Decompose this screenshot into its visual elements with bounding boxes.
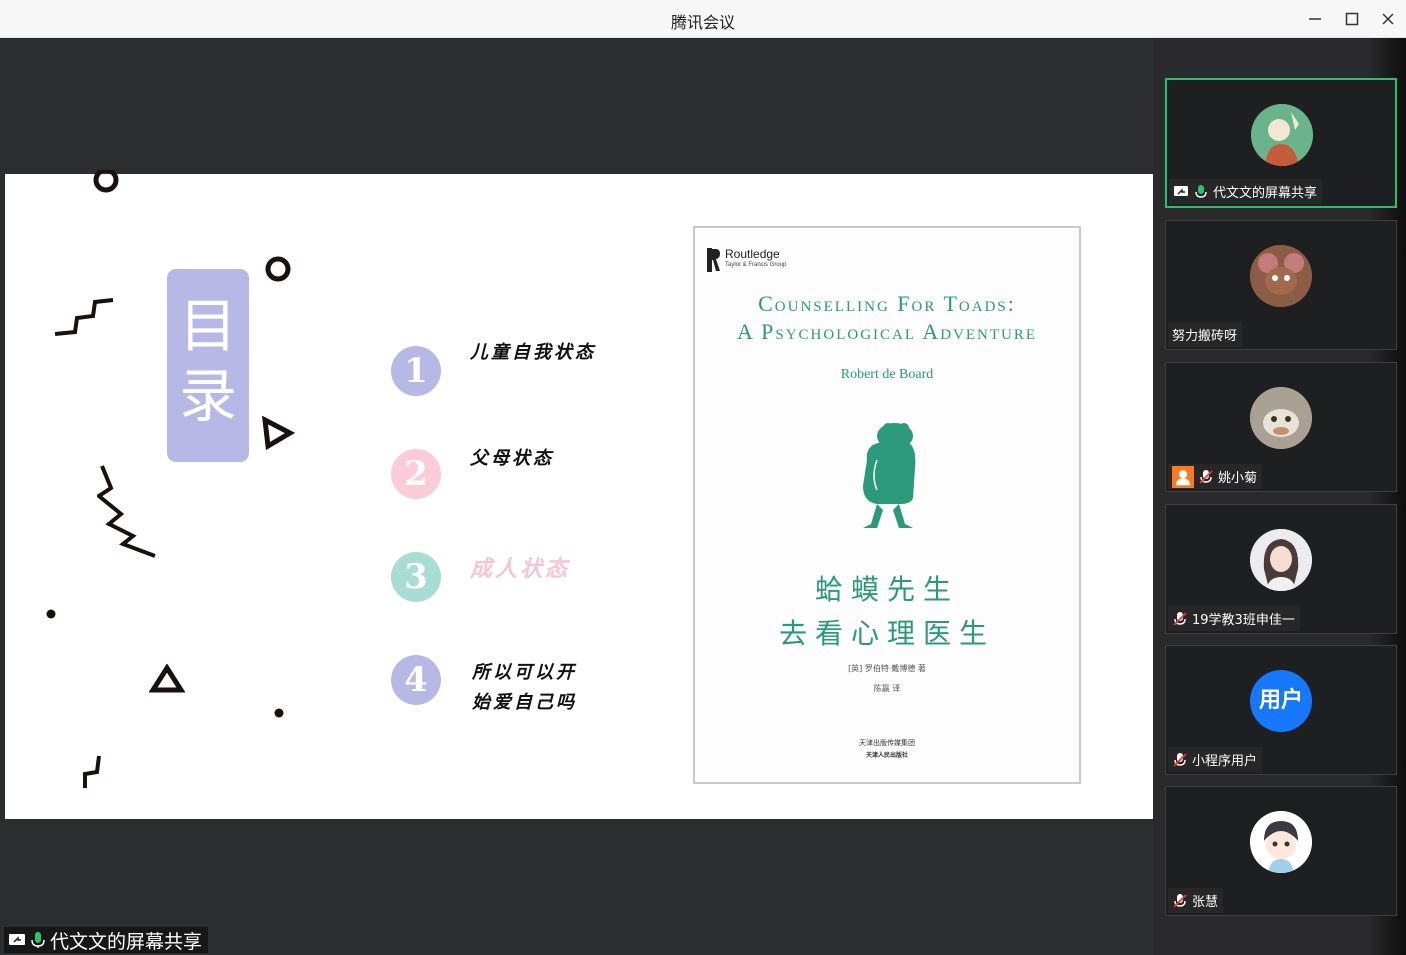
avatar — [1250, 387, 1312, 449]
circle-deco-icon — [93, 170, 119, 193]
toc-title-char: 目 — [178, 292, 237, 360]
mic-muted-icon — [1173, 893, 1187, 908]
triangle-deco-icon — [262, 416, 296, 450]
maximize-icon — [1345, 12, 1359, 26]
participant-name-tag: 小程序用户 — [1168, 747, 1263, 772]
participant-name-tag: 代文文的屏幕共享 — [1169, 179, 1323, 204]
participant-name: 努力搬砖呀 — [1172, 329, 1238, 344]
toc-item-3: 成人状态 — [470, 556, 571, 582]
maximize-button[interactable] — [1339, 7, 1365, 31]
triangle-deco-icon — [149, 664, 185, 693]
participant-tile[interactable]: 代文文的屏幕共享 — [1165, 78, 1397, 208]
mic-muted-icon — [1173, 611, 1187, 626]
book-translator: 陈赢 译 — [873, 684, 901, 693]
toad-illustration-icon — [863, 423, 916, 528]
title-bar: 腾讯会议 — [0, 0, 1406, 38]
book-title-en-line: A Psychological Adventure — [736, 319, 1038, 344]
circle-deco-icon — [265, 256, 291, 282]
toc-item-4-line: 始爱自己吗 — [472, 692, 577, 713]
book-title-en: Counselling For Toads: A Psychological A… — [695, 290, 1079, 346]
book-title-cn-line: 蛤蟆先生 — [814, 573, 959, 606]
toc-item-1: 儿童自我状态 — [470, 342, 596, 363]
publisher-logo: Routledge Taylor & Francis Group — [707, 248, 786, 272]
participant-tile[interactable]: 姚小菊 — [1165, 362, 1397, 492]
cartoon-boy-avatar-icon — [1250, 811, 1312, 873]
participants-panel: 代文文的屏幕共享 努力搬砖呀 姚小菊 19学教3班申佳一 用户 小程序用户 张慧 — [1153, 38, 1406, 955]
dot-deco-icon — [274, 708, 284, 718]
book-cover: Routledge Taylor & Francis Group Counsel… — [693, 226, 1081, 784]
participant-name: 张慧 — [1192, 895, 1219, 910]
participant-tile[interactable]: 努力搬砖呀 — [1165, 220, 1397, 350]
tencent-meeting-window: 腾讯会议 目 录 1 儿童自我状态 2 父母状态 3 成人状态 4 所以可以开 … — [0, 0, 1406, 955]
toc-number-4: 4 — [391, 655, 441, 705]
host-badge-icon — [1172, 465, 1194, 488]
participant-name: 代文文的屏幕共享 — [1213, 186, 1318, 201]
screen-share-icon — [1174, 185, 1188, 196]
publisher-sub: Taylor & Francis Group — [725, 262, 787, 268]
close-icon — [1382, 13, 1394, 25]
participant-name-tag: 努力搬砖呀 — [1168, 322, 1243, 347]
share-status-label: 代文文的屏幕共享 — [50, 930, 203, 953]
avatar — [1251, 104, 1313, 166]
book-publisher-cn: 天津人民出版社 — [865, 752, 908, 759]
book-title-cn-line: 去看心理医生 — [778, 617, 995, 650]
book-author-cn: [英] 罗伯特·戴博德 著 — [848, 664, 926, 673]
participant-name-tag: 张慧 — [1168, 888, 1224, 913]
zigzag-deco-icon — [97, 465, 156, 558]
close-button[interactable] — [1375, 7, 1401, 31]
toc-number-3: 3 — [391, 552, 441, 602]
avatar — [1250, 529, 1312, 591]
avatar — [1250, 811, 1312, 873]
anime-avatar-icon — [1251, 104, 1313, 166]
screen-share-icon — [9, 934, 25, 945]
mic-on-icon — [31, 932, 45, 948]
participant-name: 小程序用户 — [1192, 754, 1258, 769]
toc-item-4-line: 所以可以开 — [472, 662, 577, 683]
participant-tile[interactable]: 19学教3班申佳一 — [1165, 504, 1397, 634]
minimize-icon — [1309, 18, 1321, 20]
publisher-name: Routledge — [725, 247, 780, 261]
participant-name-tag: 姚小菊 — [1168, 464, 1263, 489]
participant-name-tag: 19学教3班申佳一 — [1168, 606, 1300, 631]
book-title-cn: 蛤蟆先生 去看心理医生 — [695, 568, 1079, 656]
toc-item-4: 所以可以开 始爱自己吗 — [472, 658, 577, 718]
zigzag-deco-icon — [55, 298, 114, 336]
participant-tile[interactable]: 用户 小程序用户 — [1165, 645, 1397, 775]
participant-name: 19学教3班申佳一 — [1192, 613, 1295, 628]
photo-avatar-icon — [1250, 387, 1312, 449]
toc-title-char: 录 — [178, 362, 237, 430]
share-status-tag: 代文文的屏幕共享 — [4, 927, 209, 953]
participant-name: 姚小菊 — [1218, 471, 1258, 486]
book-publisher-cn: 天津出版传媒集团 — [859, 739, 915, 747]
presentation-slide: 目 录 1 儿童自我状态 2 父母状态 3 成人状态 4 所以可以开 始爱自己吗… — [5, 170, 1153, 819]
book-title-en-line: Counselling For Toads: — [758, 291, 1016, 316]
book-author: Robert de Board — [840, 367, 934, 382]
toc-number-2: 2 — [391, 449, 441, 499]
routledge-r-icon — [707, 248, 720, 272]
dot-deco-icon — [46, 609, 56, 619]
mic-on-icon — [1195, 184, 1207, 198]
shared-screen[interactable]: 目 录 1 儿童自我状态 2 父母状态 3 成人状态 4 所以可以开 始爱自己吗… — [0, 38, 1153, 955]
participant-tile[interactable]: 张慧 — [1165, 786, 1397, 916]
toc-item-2: 父母状态 — [470, 448, 554, 469]
mic-muted-icon — [1199, 469, 1213, 484]
zigzag-deco-icon — [83, 755, 101, 788]
cartoon-mouse-avatar-icon — [1250, 245, 1312, 307]
window-title: 腾讯会议 — [670, 13, 735, 32]
mic-muted-icon — [1173, 752, 1187, 767]
photo-avatar-icon — [1250, 529, 1312, 591]
avatar — [1250, 245, 1312, 307]
toc-title-box: 目 录 — [167, 269, 249, 462]
avatar: 用户 — [1250, 670, 1312, 732]
minimize-button[interactable] — [1302, 7, 1328, 31]
toc-number-1: 1 — [391, 346, 441, 396]
